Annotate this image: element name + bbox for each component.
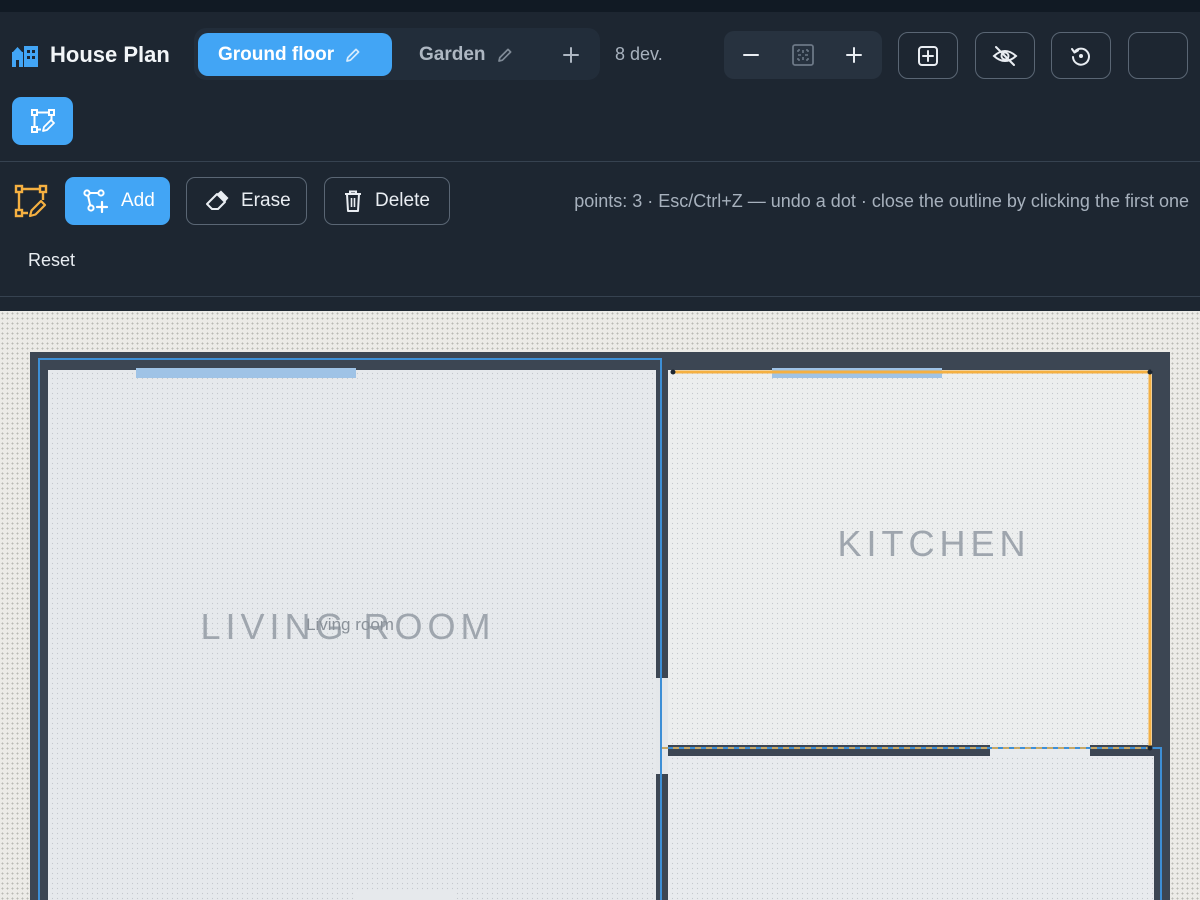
device-count: 8 dev. xyxy=(615,44,663,64)
zoom-out-button[interactable] xyxy=(736,40,766,70)
history-icon xyxy=(1071,47,1090,66)
erase-button[interactable]: Erase xyxy=(186,177,307,225)
draw-hint: points: 3 · Esc/Ctrl+Z — undo a dot · cl… xyxy=(574,191,1189,211)
drawing-point[interactable] xyxy=(670,369,676,375)
tab-garden[interactable]: Garden xyxy=(404,33,534,76)
room-sublabel: Living room xyxy=(306,615,394,634)
room-texture xyxy=(668,756,1154,900)
more-button[interactable] xyxy=(1128,32,1188,79)
erase-label: Erase xyxy=(241,190,291,211)
tab-label: Ground floor xyxy=(218,43,335,65)
drawing-point[interactable] xyxy=(1147,369,1153,375)
add-point-button[interactable]: Add xyxy=(65,177,170,225)
app-brand: House Plan xyxy=(12,30,170,80)
app-title: House Plan xyxy=(50,42,170,67)
pencil-icon[interactable] xyxy=(344,46,362,64)
plus-icon xyxy=(563,47,579,63)
zoom-controls xyxy=(724,31,882,79)
add-device-button[interactable] xyxy=(898,32,958,79)
fit-icon xyxy=(792,44,814,66)
zoom-fit-button[interactable] xyxy=(788,40,818,70)
pencil-icon[interactable] xyxy=(496,46,514,64)
drawing-point[interactable] xyxy=(1147,745,1153,751)
floor-plan-canvas[interactable]: LIVING ROOM Living room KITCHEN xyxy=(0,311,1200,900)
draw-polygon-icon xyxy=(30,109,55,133)
tab-label: Garden xyxy=(419,43,486,65)
add-floor-button[interactable] xyxy=(556,38,586,72)
tab-ground-floor[interactable]: Ground floor xyxy=(198,33,392,76)
minus-icon xyxy=(743,54,759,56)
add-label: Add xyxy=(121,190,155,211)
eraser-icon xyxy=(206,190,229,210)
add-node-icon xyxy=(83,189,109,213)
zoom-in-button[interactable] xyxy=(839,40,869,70)
floor-plan: LIVING ROOM Living room KITCHEN xyxy=(30,352,1170,900)
window xyxy=(136,368,356,378)
reset-button[interactable]: Reset xyxy=(28,250,75,271)
window-top-strip xyxy=(0,0,1200,12)
history-button[interactable] xyxy=(1051,32,1111,79)
door-opening xyxy=(356,891,454,900)
canvas-gap xyxy=(0,297,1200,311)
draw-polygon-icon xyxy=(14,184,48,218)
trash-icon xyxy=(345,190,361,212)
floor-tabs: Ground floor Garden xyxy=(194,28,600,80)
delete-button[interactable]: Delete xyxy=(324,177,450,225)
delete-label: Delete xyxy=(375,190,430,211)
plus-square-icon xyxy=(918,45,938,66)
house-icon xyxy=(12,46,38,67)
draw-toolbar xyxy=(0,162,1200,296)
door-opening xyxy=(990,745,1090,756)
toggle-visibility-button[interactable] xyxy=(975,32,1035,79)
edit-mode-button[interactable] xyxy=(12,97,73,145)
room-label: KITCHEN xyxy=(837,523,1030,564)
plus-icon xyxy=(846,47,862,63)
eye-off-icon xyxy=(992,45,1018,66)
